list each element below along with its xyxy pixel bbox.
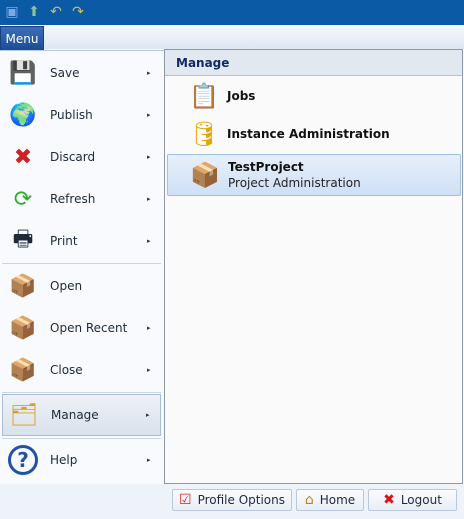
home-icon: ⌂ (304, 492, 314, 508)
refresh-document-icon: ⟳ (13, 186, 33, 212)
menu-item-publish[interactable]: 🌍 Publish ▸ (2, 94, 161, 136)
home-button[interactable]: ⌂ Home (296, 489, 364, 511)
menu-item-discard[interactable]: ✖ Discard ▸ (2, 136, 161, 178)
menu-item-save[interactable]: 💾 Save ▸ (2, 52, 161, 94)
menu-tab[interactable]: Menu (0, 26, 44, 50)
chevron-right-icon: ▸ (147, 237, 151, 245)
application-menu: 💾 Save ▸ 🌍 Publish ▸ ✖ Discard ▸ ⟳ Refresh ▸ 🖶 Pr… (0, 50, 164, 483)
open-recent-box-icon: 📦 (9, 315, 37, 341)
menu-item-manage[interactable]: 🗂 Manage ▸ (2, 394, 161, 436)
item-title: Jobs (227, 89, 256, 103)
item-subtitle: Project Administration (228, 176, 361, 190)
manage-item-testproject[interactable]: 📦 TestProject Project Administration (167, 154, 461, 196)
chevron-right-icon: ▸ (147, 195, 151, 203)
project-box-icon: 📦 (190, 161, 220, 189)
globe-upload-icon: 🌍 (9, 102, 37, 128)
tab-row (0, 25, 464, 49)
button-label: Home (319, 493, 356, 507)
menu-item-label: Publish (50, 108, 93, 122)
chevron-right-icon: ▸ (146, 411, 150, 419)
chevron-right-icon: ▸ (147, 153, 151, 161)
help-icon: ? (8, 445, 38, 475)
menu-item-label: Open (50, 279, 83, 293)
undo-icon[interactable]: ↶ (48, 4, 64, 20)
item-title: Instance Administration (227, 127, 390, 141)
open-box-icon: 📦 (9, 273, 37, 299)
menu-item-close[interactable]: 📦 Close ▸ (2, 349, 161, 391)
menu-item-label: Refresh (50, 192, 96, 206)
chevron-right-icon: ▸ (147, 456, 151, 464)
manage-icon: 🗂 (10, 402, 38, 428)
menu-item-label: Close (50, 363, 83, 377)
profile-options-button[interactable]: ☑ Profile Options (172, 489, 292, 511)
menu-item-open[interactable]: 📦 Open (2, 265, 161, 307)
menu-item-label: Discard (50, 150, 96, 164)
menu-item-label: Manage (51, 408, 99, 422)
panel-title: Manage (165, 50, 462, 76)
manage-item-instance-administration[interactable]: 🛢 Instance Administration (167, 115, 461, 153)
menu-item-print[interactable]: 🖶 Print ▸ (2, 220, 161, 262)
close-box-icon: 📦 (9, 357, 37, 383)
menu-item-open-recent[interactable]: 📦 Open Recent ▸ (2, 307, 161, 349)
button-label: Profile Options (197, 493, 285, 507)
red-x-icon: ✖ (383, 492, 395, 508)
menu-item-label: Help (50, 453, 78, 467)
divider (2, 392, 161, 393)
button-label: Logout (400, 493, 442, 507)
save-icon[interactable]: ▣ (4, 4, 20, 20)
manage-panel: Manage 📋 Jobs 🛢 Instance Administration 📦 T… (164, 49, 463, 484)
menu-item-label: Save (50, 66, 80, 80)
footer-bar: ☑ Profile Options ⌂ Home ✖ Logout (0, 484, 464, 519)
chevron-right-icon: ▸ (147, 366, 151, 374)
chevron-right-icon: ▸ (147, 69, 151, 77)
database-play-icon: 🛢 (188, 120, 220, 148)
manage-item-jobs[interactable]: 📋 Jobs (167, 78, 461, 114)
item-title: TestProject (228, 160, 304, 174)
floppy-disk-icon: 💾 (9, 60, 37, 86)
checklist-icon: ☑ (179, 492, 192, 508)
publish-icon[interactable]: ⬆ (26, 4, 42, 20)
quick-access-toolbar: ▣ ⬆ ↶ ↷ (0, 0, 464, 25)
clipboard-clock-icon: 📋 (189, 82, 219, 110)
chevron-right-icon: ▸ (147, 111, 151, 119)
chevron-right-icon: ▸ (147, 324, 151, 332)
discard-document-icon: ✖ (13, 144, 33, 170)
divider (2, 263, 161, 264)
menu-item-label: Open Recent (50, 321, 128, 335)
menu-item-refresh[interactable]: ⟳ Refresh ▸ (2, 178, 161, 220)
redo-icon[interactable]: ↷ (70, 4, 86, 20)
menu-item-label: Print (50, 234, 78, 248)
printer-icon: 🖶 (12, 227, 34, 252)
menu-item-help[interactable]: ? Help ▸ (2, 439, 161, 481)
logout-button[interactable]: ✖ Logout (368, 489, 457, 511)
